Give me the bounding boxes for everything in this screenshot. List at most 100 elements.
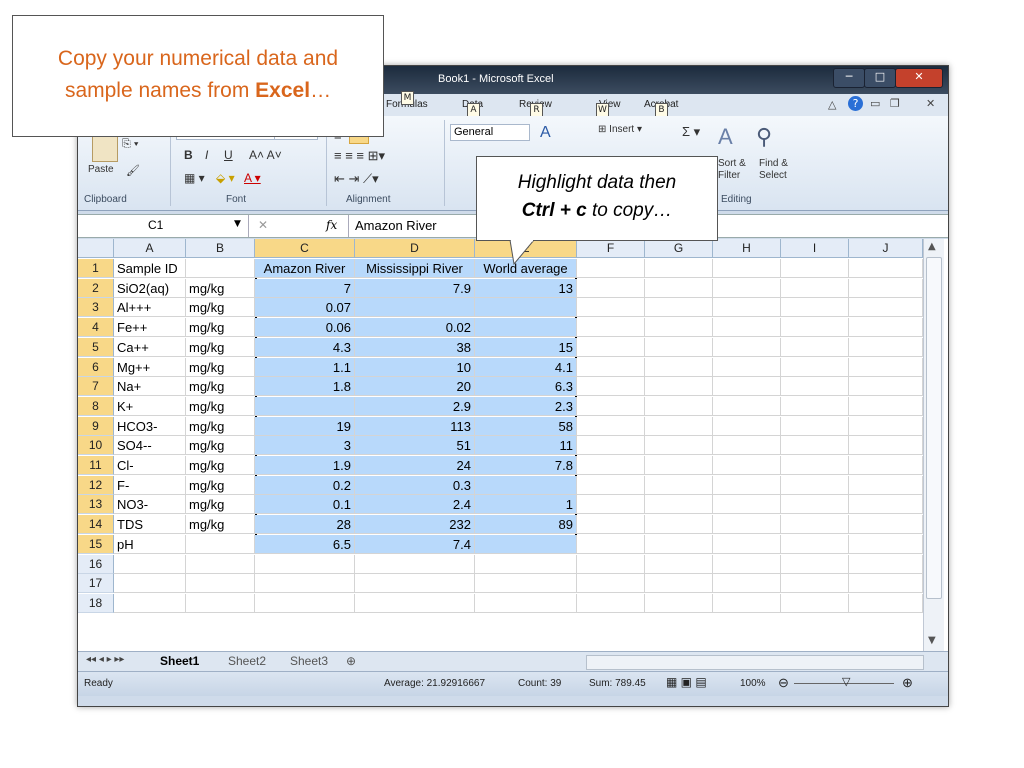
- row-header[interactable]: 16: [78, 554, 114, 574]
- chevron-down-icon[interactable]: ▼: [234, 219, 241, 229]
- cell-A15[interactable]: pH: [114, 534, 186, 554]
- cell-J4[interactable]: [849, 318, 923, 338]
- cell-J6[interactable]: [849, 357, 923, 377]
- cell-F13[interactable]: [577, 495, 645, 515]
- cell-H15[interactable]: [713, 534, 781, 554]
- cell-H3[interactable]: [713, 298, 781, 318]
- font-color-icon[interactable]: A ▾: [244, 171, 261, 185]
- cell-D8[interactable]: 2.9: [355, 396, 475, 416]
- styles-icon[interactable]: A: [540, 124, 551, 142]
- cell-C6[interactable]: 1.1: [255, 357, 355, 377]
- vertical-scrollbar[interactable]: ▲ ▼: [923, 239, 944, 651]
- cell-C2[interactable]: 7: [255, 278, 355, 298]
- cell-I18[interactable]: [781, 593, 849, 613]
- cell-H1[interactable]: [713, 259, 781, 278]
- column-header[interactable]: C: [255, 239, 355, 258]
- bold-button[interactable]: B: [184, 148, 193, 162]
- cell-D3[interactable]: [355, 298, 475, 318]
- row-header[interactable]: 10: [78, 436, 114, 456]
- cell-J8[interactable]: [849, 396, 923, 416]
- cell-D10[interactable]: 51: [355, 436, 475, 456]
- cell-J11[interactable]: [849, 456, 923, 475]
- copy-icon[interactable]: ⎘ ▾: [122, 138, 138, 151]
- number-format-select[interactable]: General: [450, 124, 530, 141]
- cell-D15[interactable]: 7.4: [355, 534, 475, 554]
- cell-H14[interactable]: [713, 515, 781, 535]
- close-button[interactable]: ✕: [895, 68, 943, 88]
- scroll-up-icon[interactable]: ▲: [928, 241, 936, 252]
- cell-C8[interactable]: [255, 396, 355, 416]
- cell-C1[interactable]: Amazon River: [255, 259, 355, 278]
- paste-label[interactable]: Paste: [88, 164, 114, 175]
- row-header[interactable]: 18: [78, 593, 114, 613]
- align-text-icon[interactable]: ≡ ≡ ≡ ⊞▾: [334, 148, 385, 164]
- cell-D9[interactable]: 113: [355, 416, 475, 436]
- cell-G10[interactable]: [645, 436, 713, 456]
- cell-A1[interactable]: Sample ID: [114, 259, 186, 278]
- borders-icon[interactable]: ▦ ▾: [184, 171, 205, 185]
- cell-A12[interactable]: F-: [114, 475, 186, 495]
- cell-E16[interactable]: [475, 554, 577, 574]
- cell-A3[interactable]: Al+++: [114, 298, 186, 318]
- cell-J16[interactable]: [849, 554, 923, 574]
- cell-D4[interactable]: 0.02: [355, 318, 475, 338]
- zoom-out-icon[interactable]: ⊖: [778, 675, 789, 691]
- cell-G6[interactable]: [645, 357, 713, 377]
- cell-H10[interactable]: [713, 436, 781, 456]
- cell-A2[interactable]: SiO2(aq): [114, 278, 186, 298]
- row-header[interactable]: 2: [78, 278, 114, 298]
- underline-button[interactable]: U: [224, 148, 233, 162]
- cell-F4[interactable]: [577, 318, 645, 338]
- cell-F10[interactable]: [577, 436, 645, 456]
- cell-J14[interactable]: [849, 515, 923, 535]
- cell-D1[interactable]: Mississippi River: [355, 259, 475, 278]
- cell-C13[interactable]: 0.1: [255, 495, 355, 515]
- cancel-icon[interactable]: ✕: [258, 218, 268, 232]
- cell-G14[interactable]: [645, 515, 713, 535]
- column-header[interactable]: A: [114, 239, 186, 258]
- cell-B11[interactable]: mg/kg: [186, 456, 255, 475]
- insert-sheet-icon[interactable]: ⊕: [346, 654, 356, 668]
- cell-G15[interactable]: [645, 534, 713, 554]
- cell-E14[interactable]: 89: [475, 515, 577, 535]
- scrollbar-thumb[interactable]: [926, 257, 942, 599]
- sheet-nav-icons[interactable]: ◂◂ ◂ ▸ ▸▸: [86, 654, 124, 665]
- cell-I14[interactable]: [781, 515, 849, 535]
- format-painter-icon[interactable]: 🖌: [126, 164, 140, 177]
- cell-A18[interactable]: [114, 593, 186, 613]
- column-header[interactable]: J: [849, 239, 923, 258]
- cell-A16[interactable]: [114, 554, 186, 574]
- tab-sheet1[interactable]: Sheet1: [160, 654, 199, 668]
- cell-G1[interactable]: [645, 259, 713, 278]
- cell-F3[interactable]: [577, 298, 645, 318]
- cell-A8[interactable]: K+: [114, 396, 186, 416]
- cell-B16[interactable]: [186, 554, 255, 574]
- grow-font-icon[interactable]: A˄ A˅: [249, 148, 282, 162]
- cell-H6[interactable]: [713, 357, 781, 377]
- zoom-level[interactable]: 100%: [740, 678, 766, 689]
- fill-color-icon[interactable]: ⬙ ▾: [216, 171, 235, 185]
- cell-A14[interactable]: TDS: [114, 515, 186, 535]
- cell-C18[interactable]: [255, 593, 355, 613]
- cell-E4[interactable]: [475, 318, 577, 338]
- cell-H7[interactable]: [713, 377, 781, 397]
- cell-G11[interactable]: [645, 456, 713, 475]
- row-header[interactable]: 3: [78, 298, 114, 318]
- cell-I1[interactable]: [781, 259, 849, 278]
- row-header[interactable]: 12: [78, 475, 114, 495]
- cell-F15[interactable]: [577, 534, 645, 554]
- cell-C4[interactable]: 0.06: [255, 318, 355, 338]
- autosum-icon[interactable]: Σ ▾: [682, 124, 700, 140]
- cell-H18[interactable]: [713, 593, 781, 613]
- cell-G18[interactable]: [645, 593, 713, 613]
- row-header[interactable]: 4: [78, 318, 114, 338]
- cell-I17[interactable]: [781, 574, 849, 594]
- zoom-slider-handle[interactable]: ▽: [842, 675, 850, 688]
- cell-E7[interactable]: 6.3: [475, 377, 577, 397]
- cell-G9[interactable]: [645, 416, 713, 436]
- cell-F5[interactable]: [577, 337, 645, 357]
- row-header[interactable]: 13: [78, 495, 114, 515]
- cell-A7[interactable]: Na+: [114, 377, 186, 397]
- cell-J2[interactable]: [849, 278, 923, 298]
- cell-J3[interactable]: [849, 298, 923, 318]
